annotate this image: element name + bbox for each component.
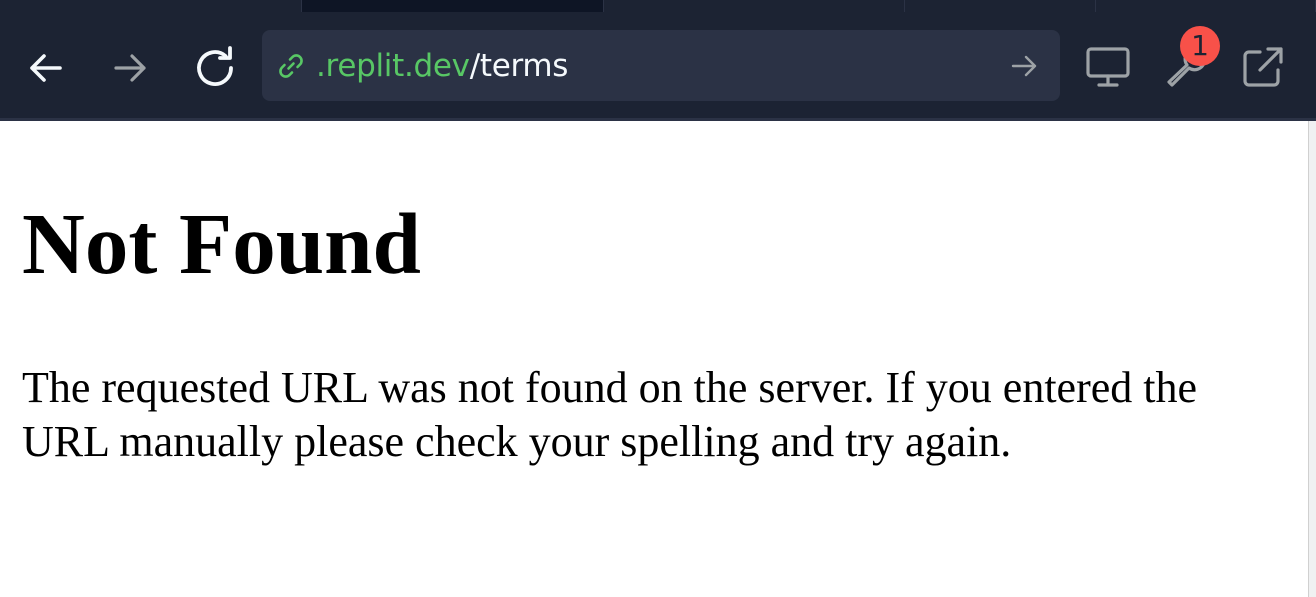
webview-content: Not Found The requested URL was not foun…	[0, 121, 1308, 597]
error-message: The requested URL was not found on the s…	[22, 363, 1198, 466]
back-button[interactable]	[26, 48, 66, 88]
devtools-badge: 1	[1180, 26, 1220, 66]
tab-strip	[0, 0, 1316, 12]
devices-button[interactable]	[1085, 44, 1131, 90]
external-link-icon	[1243, 47, 1283, 87]
tab[interactable]	[1096, 0, 1316, 12]
arrow-left-icon	[30, 54, 62, 82]
arrow-right-icon	[114, 54, 146, 82]
tab[interactable]	[905, 0, 1096, 12]
tab-active[interactable]	[302, 0, 604, 12]
url-host: .replit.dev	[316, 48, 470, 84]
go-button[interactable]	[1010, 52, 1038, 80]
monitor-icon	[1086, 47, 1130, 87]
tab[interactable]	[604, 0, 905, 12]
scrollbar[interactable]	[1308, 121, 1316, 597]
url-path: /terms	[469, 48, 569, 84]
refresh-icon	[197, 46, 233, 86]
page-title: Not Found	[22, 195, 421, 292]
url-text[interactable]: .replit.dev/terms	[316, 44, 568, 88]
open-new-tab-button[interactable]	[1240, 44, 1286, 90]
link-icon	[279, 54, 303, 78]
reload-button[interactable]	[192, 45, 238, 91]
tab[interactable]	[0, 0, 302, 12]
address-bar[interactable]: .replit.dev/terms	[262, 30, 1060, 101]
forward-button[interactable]	[110, 48, 150, 88]
